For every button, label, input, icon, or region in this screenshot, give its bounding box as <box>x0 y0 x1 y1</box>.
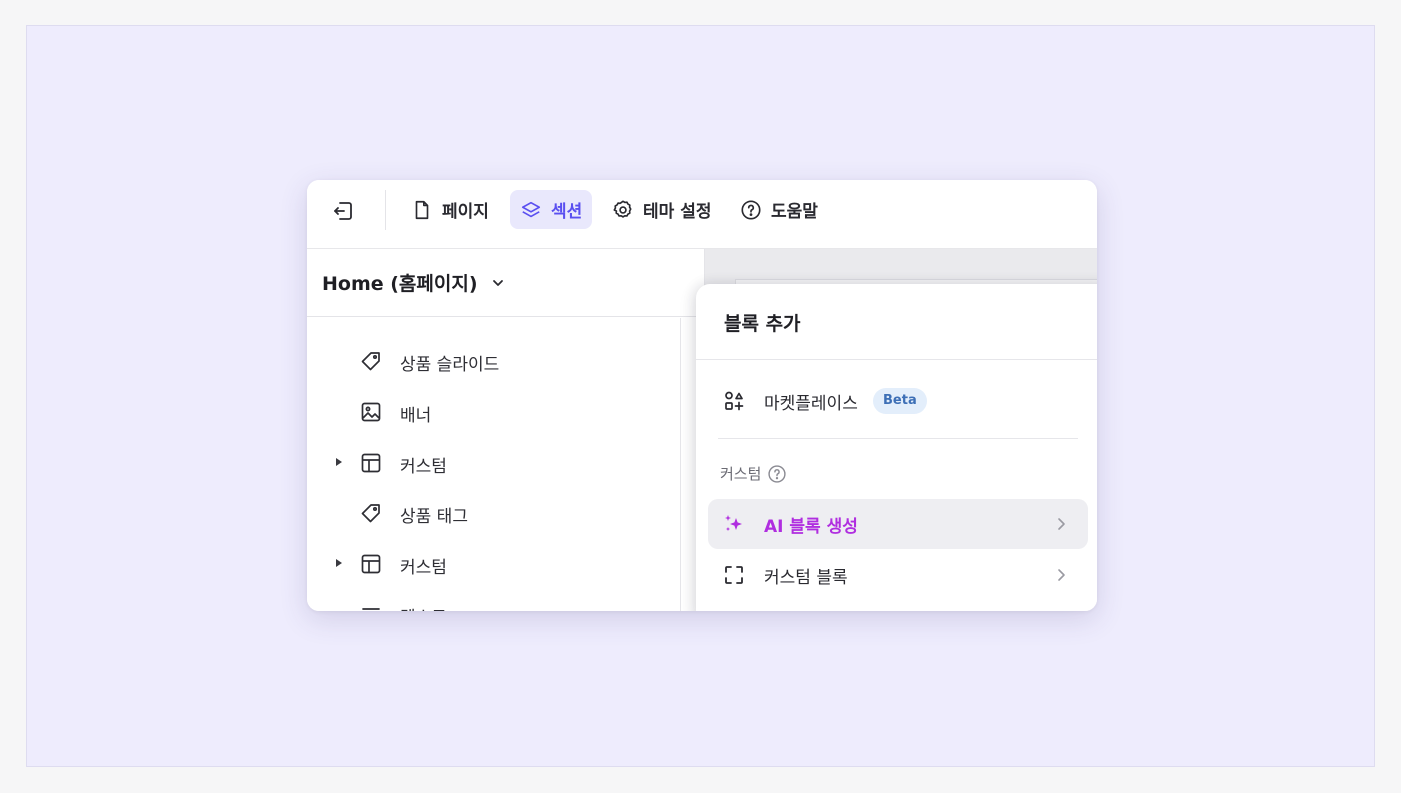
section-tree-panel: Home (홈페이지) 상품 슬라이드 배너 커스텀 상품 태그 커스텀 <box>307 249 705 611</box>
image-icon <box>361 402 381 422</box>
ai-block-option[interactable]: AI 블록 생성 <box>708 499 1088 549</box>
nav-sections-label: 섹션 <box>551 202 583 222</box>
page-icon <box>415 200 429 219</box>
tree-item-banner[interactable]: 배너 <box>307 397 677 427</box>
tag-icon <box>361 352 380 371</box>
nav-pages-button[interactable]: 페이지 <box>401 190 499 229</box>
page-selector-label: Home (홈페이지) <box>322 273 478 295</box>
nav-theme-settings-button[interactable]: 테마 설정 <box>602 190 721 229</box>
custom-block-label: 커스텀 블록 <box>764 568 848 588</box>
top-toolbar: 페이지 섹션 테마 설정 도움말 <box>307 180 1097 249</box>
help-icon <box>741 199 761 220</box>
tree-item-label: 텍스트 <box>400 603 447 611</box>
beta-badge: Beta <box>873 388 927 414</box>
layout-icon <box>361 453 381 473</box>
nav-sections-button[interactable]: 섹션 <box>510 190 593 229</box>
tree-item-custom[interactable]: 커스텀 <box>307 549 677 579</box>
chevron-right-icon <box>1058 569 1065 581</box>
marketplace-label: 마켓플레이스 <box>764 394 858 414</box>
tree-item-label: 상품 슬라이드 <box>400 355 500 375</box>
custom-block-option[interactable]: 커스텀 블록 <box>708 550 1088 600</box>
nav-pages-label: 페이지 <box>442 202 489 222</box>
tree-item-label: 상품 태그 <box>400 507 468 527</box>
tree-scrollbar[interactable] <box>680 318 681 611</box>
expand-caret-icon[interactable] <box>336 559 342 567</box>
tree-item-label: 커스텀 <box>400 558 447 578</box>
nav-help-label: 도움말 <box>771 202 818 222</box>
custom-group-heading: 커스텀 <box>720 463 787 484</box>
tree-item-product-slide[interactable]: 상품 슬라이드 <box>307 346 677 376</box>
exit-editor-button[interactable] <box>329 197 357 225</box>
expand-caret-icon[interactable] <box>336 458 342 466</box>
marketplace-icon <box>725 391 744 411</box>
add-block-popover: 블록 추가 마켓플레이스 Beta 커스텀 AI 블록 생성 커스텀 블록 <box>696 284 1097 611</box>
layout-icon <box>361 554 381 574</box>
chevron-right-icon <box>1058 518 1065 530</box>
gear-icon <box>613 199 632 218</box>
sparkle-icon <box>725 515 742 531</box>
popover-title: 블록 추가 <box>724 313 801 335</box>
tree-item-custom[interactable]: 커스텀 <box>307 448 677 478</box>
custom-group-label: 커스텀 <box>720 465 762 483</box>
chevron-down-icon <box>492 279 503 286</box>
help-icon[interactable] <box>767 464 787 484</box>
exit-icon <box>334 202 352 220</box>
tree-item-text[interactable]: 텍스트 <box>307 599 677 611</box>
popover-header: 블록 추가 <box>696 284 1097 360</box>
page-selector[interactable]: Home (홈페이지) <box>307 249 705 317</box>
layers-icon <box>521 201 541 217</box>
frame-corners-icon <box>725 566 743 584</box>
toolbar-divider <box>385 190 386 230</box>
tree-item-label: 커스텀 <box>400 457 447 477</box>
ai-block-label: AI 블록 생성 <box>764 517 858 537</box>
tree-item-label: 배너 <box>400 406 432 426</box>
tag-icon <box>361 504 380 523</box>
nav-theme-settings-label: 테마 설정 <box>643 202 712 222</box>
marketplace-option[interactable]: 마켓플레이스 Beta <box>708 376 1088 426</box>
nav-help-button[interactable]: 도움말 <box>730 190 828 229</box>
tree-item-product-tag[interactable]: 상품 태그 <box>307 498 677 528</box>
popover-divider <box>718 438 1078 439</box>
editor-window: 페이지 섹션 테마 설정 도움말 Home (홈페이지) 상품 슬라이드 배너 … <box>307 180 1097 611</box>
text-icon <box>362 608 380 610</box>
